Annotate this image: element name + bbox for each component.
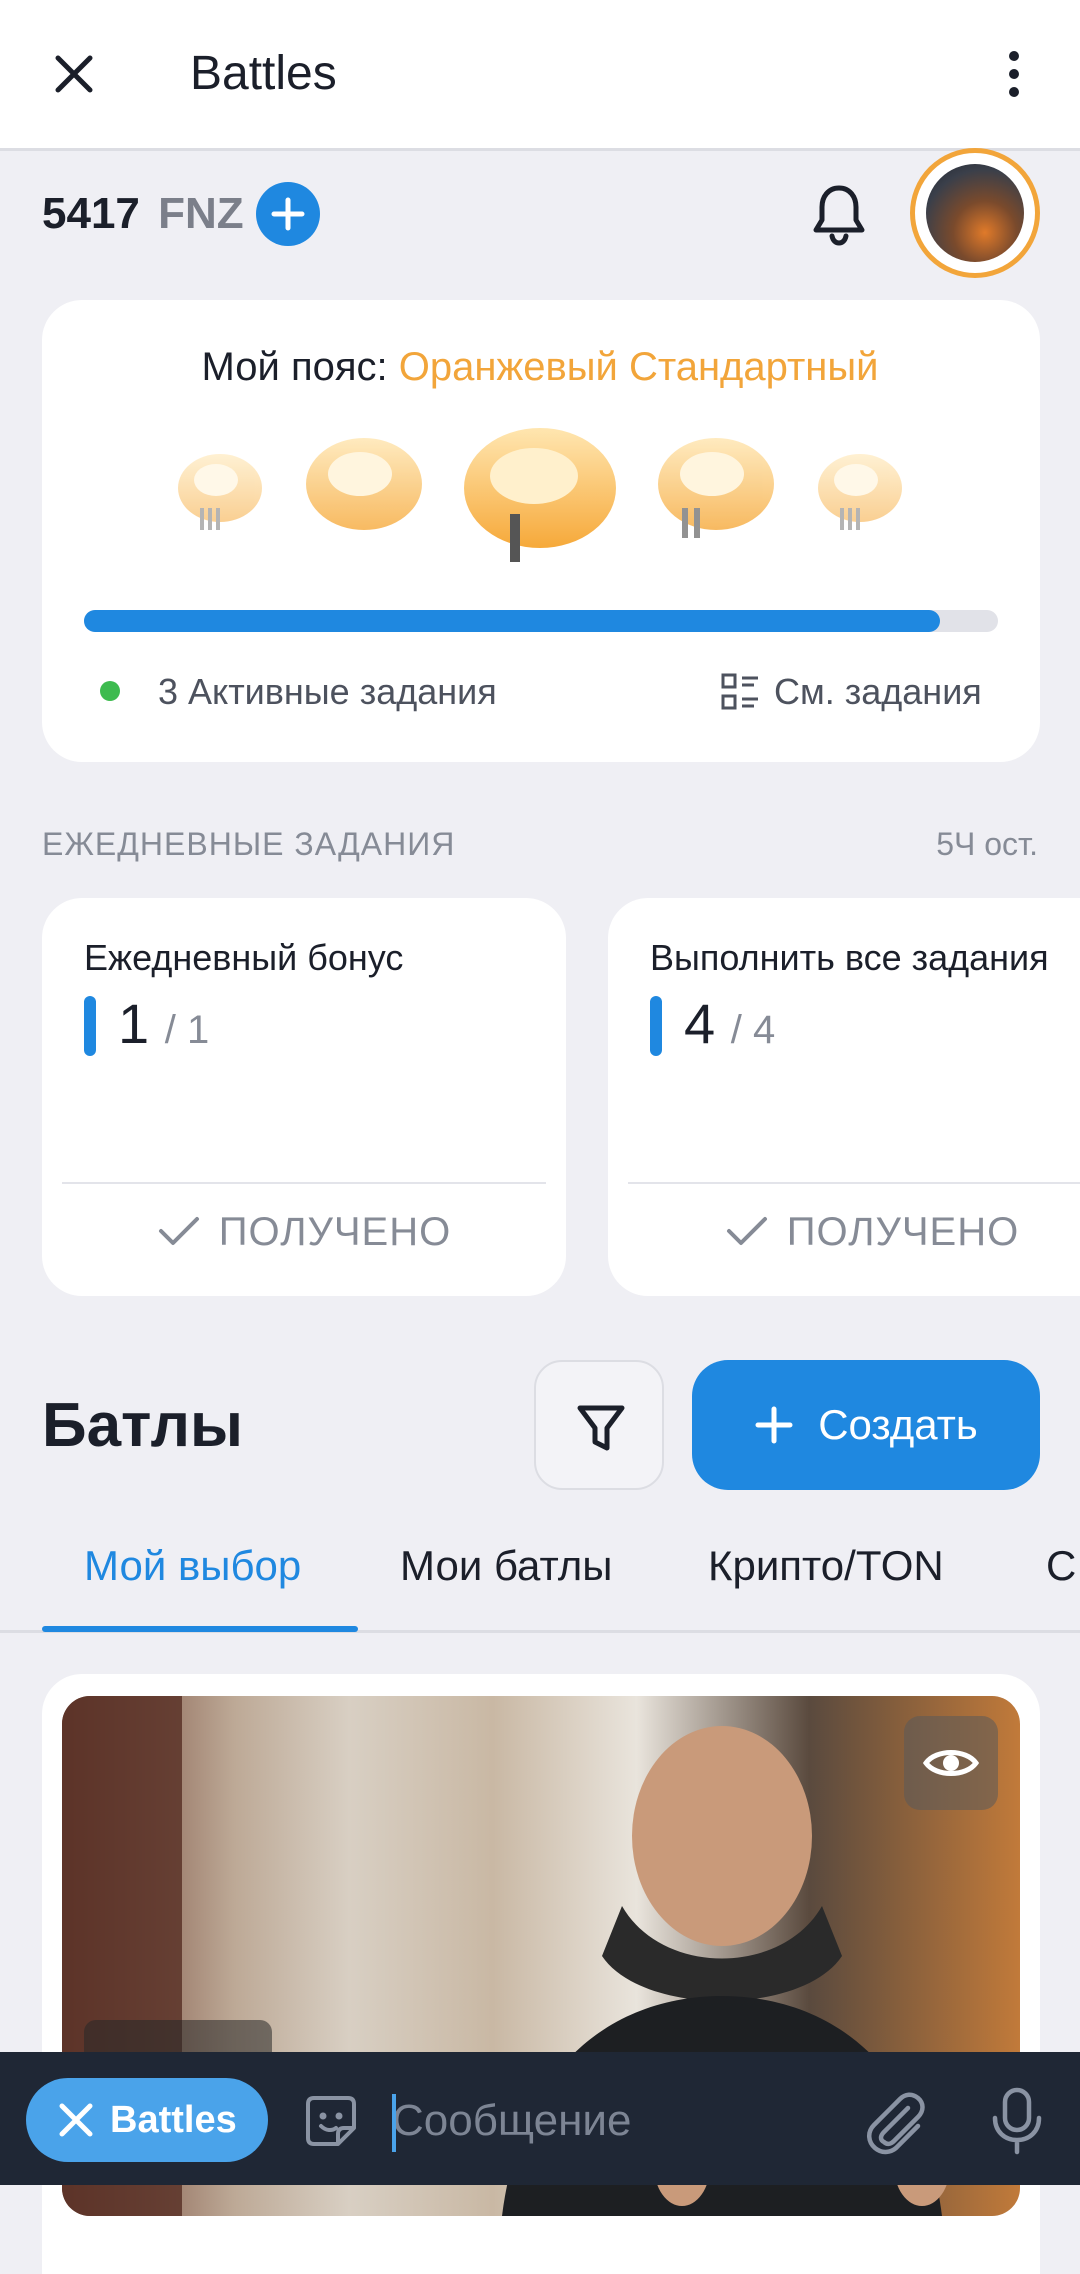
daily-task-progress: 4 / 4 <box>684 990 775 1064</box>
active-status-dot <box>100 681 120 701</box>
divider <box>628 1182 1080 1184</box>
mic-icon[interactable] <box>988 2086 1046 2156</box>
daily-task-status: ПОЛУЧЕНО <box>42 1204 566 1260</box>
belt-progress-fill <box>84 610 940 632</box>
daily-task-bar <box>650 996 662 1056</box>
tab-my-battles[interactable]: Мои батлы <box>400 1536 612 1596</box>
daily-task-card[interactable]: Выполнить все задания 4 / 4 ПОЛУЧЕНО <box>608 898 1080 1296</box>
belt-name: Оранжевый Стандартный <box>398 345 879 389</box>
balance: 5417 FNZ <box>42 186 244 242</box>
avatar[interactable] <box>926 164 1024 262</box>
app-bar: Battles <box>0 0 1080 151</box>
paperclip-icon[interactable] <box>860 2086 930 2156</box>
check-icon <box>158 1217 199 1245</box>
belt-title: Мой пояс: Оранжевый Стандартный <box>0 340 1080 394</box>
create-battle-button[interactable]: Создать <box>692 1360 1040 1490</box>
plus-icon <box>755 1406 793 1444</box>
tasks-list-icon <box>721 673 758 710</box>
daily-task-card[interactable]: Ежедневный бонус 1 / 1 ПОЛУЧЕНО <box>42 898 566 1296</box>
belt-icon <box>178 454 262 530</box>
check-icon <box>726 1217 767 1245</box>
bot-chip[interactable]: Battles <box>26 2078 268 2162</box>
divider <box>62 1182 546 1184</box>
eye-icon <box>922 1750 980 1776</box>
create-battle-label: Создать <box>818 1401 978 1448</box>
tab-my-choice[interactable]: Мой выбор <box>84 1536 301 1596</box>
battles-title: Батлы <box>42 1391 243 1460</box>
bot-chip-label: Battles <box>110 2098 237 2141</box>
see-tasks-link[interactable]: См. задания <box>720 666 982 718</box>
belt-icon <box>658 438 774 538</box>
daily-task-total: / 4 <box>730 1008 776 1052</box>
daily-task-value: 1 <box>118 992 150 1055</box>
filter-button[interactable] <box>534 1360 664 1490</box>
active-tasks-label: 3 Активные задания <box>158 671 497 712</box>
active-tab-indicator <box>42 1626 358 1632</box>
more-vert-icon[interactable] <box>990 44 1038 104</box>
tab-more[interactable]: С <box>1046 1536 1076 1596</box>
belt-icon <box>306 438 422 530</box>
daily-task-total: / 1 <box>164 1008 210 1052</box>
daily-time-left: 5Ч ост. <box>936 826 1038 862</box>
close-icon <box>59 2103 93 2137</box>
views-button[interactable] <box>904 1716 998 1810</box>
balance-amount: 5417 <box>42 189 140 238</box>
see-tasks-label: См. задания <box>774 671 982 712</box>
daily-task-value: 4 <box>684 992 716 1055</box>
daily-task-status-label: ПОЛУЧЕНО <box>786 1210 1020 1254</box>
daily-task-status-label: ПОЛУЧЕНО <box>218 1210 452 1254</box>
close-icon[interactable] <box>44 44 104 104</box>
sticker-icon[interactable] <box>298 2088 364 2154</box>
daily-task-name: Ежедневный бонус <box>84 937 404 978</box>
text-caret <box>392 2094 396 2152</box>
daily-section-title: ЕЖЕДНЕВНЫЕ ЗАДАНИЯ <box>42 826 456 862</box>
belt-label: Мой пояс: <box>201 345 388 389</box>
tab-crypto-ton[interactable]: Крипто/TON <box>708 1536 944 1596</box>
belt-icon <box>818 454 902 530</box>
filter-icon <box>577 1405 625 1451</box>
belt-carousel[interactable] <box>160 418 920 578</box>
battle-tabs: Мой выбор Мои батлы Крипто/TON С <box>0 1530 1080 1633</box>
message-input[interactable] <box>392 2088 832 2154</box>
balance-currency: FNZ <box>158 189 244 238</box>
daily-task-progress: 1 / 1 <box>118 990 209 1064</box>
plus-icon <box>271 197 305 231</box>
daily-task-bar <box>84 996 96 1056</box>
add-funds-button[interactable] <box>256 182 320 246</box>
daily-task-status: ПОЛУЧЕНО <box>608 1204 1080 1260</box>
bell-icon[interactable] <box>808 180 870 248</box>
app-title: Battles <box>190 47 337 100</box>
daily-task-name: Выполнить все задания <box>650 937 1049 978</box>
belt-icon-current <box>464 428 616 562</box>
